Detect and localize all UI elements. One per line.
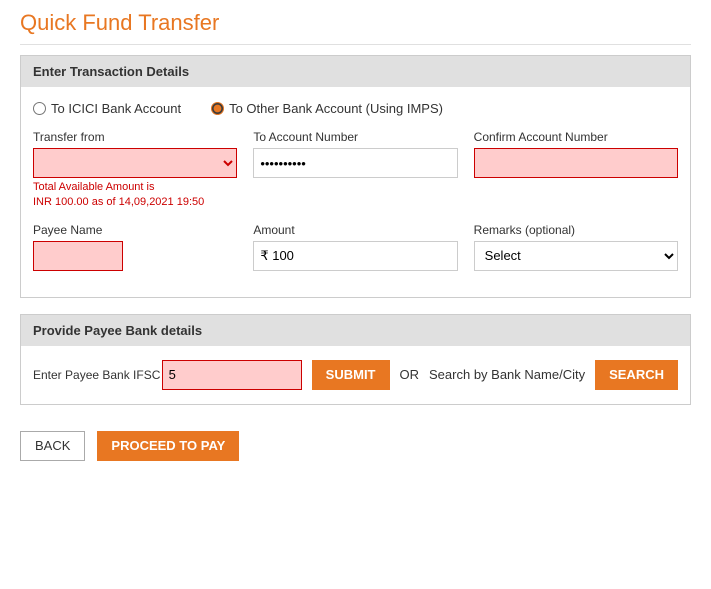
submit-button[interactable]: SUBMIT [312,360,390,390]
radio-imps-label[interactable]: To Other Bank Account (Using IMPS) [211,101,443,116]
available-amount-hint: Total Available Amount is INR 100.00 as … [33,180,237,211]
radio-icici-label[interactable]: To ICICI Bank Account [33,101,181,116]
transfer-from-label: Transfer from [33,130,237,144]
remarks-select[interactable]: Select [474,241,678,271]
bank-section-header: Provide Payee Bank details [21,315,690,346]
amount-input[interactable] [253,241,457,271]
amount-label: Amount [253,223,457,237]
radio-icici[interactable] [33,102,46,115]
back-button[interactable]: BACK [20,431,85,461]
transaction-section: Enter Transaction Details To ICICI Bank … [20,55,691,298]
radio-icici-text: To ICICI Bank Account [51,101,181,116]
footer-row: BACK PROCEED TO PAY [20,421,691,461]
transfer-type-row: To ICICI Bank Account To Other Bank Acco… [33,101,678,116]
amount-group: Amount [253,223,457,271]
bank-section: Provide Payee Bank details Enter Payee B… [20,314,691,405]
transfer-from-group: Transfer from Total Available Amount is … [33,130,237,211]
confirm-account-group: Confirm Account Number [474,130,678,178]
account-number-label: To Account Number [253,130,457,144]
account-number-group: To Account Number [253,130,457,178]
proceed-button[interactable]: PROCEED TO PAY [97,431,239,461]
confirm-account-label: Confirm Account Number [474,130,678,144]
page-title: Quick Fund Transfer [20,10,691,45]
radio-imps-text: To Other Bank Account (Using IMPS) [229,101,443,116]
confirm-account-input[interactable] [474,148,678,178]
search-button[interactable]: SEARCH [595,360,678,390]
transfer-from-select[interactable] [33,148,237,178]
payee-name-group: Payee Name [33,223,237,271]
remarks-group: Remarks (optional) Select [474,223,678,271]
account-number-input[interactable] [253,148,457,178]
or-text: OR [400,367,420,382]
search-by-label: Search by Bank Name/City [429,367,585,382]
form-row-1: Transfer from Total Available Amount is … [33,130,678,211]
ifsc-input[interactable] [162,360,302,390]
payee-name-label: Payee Name [33,223,237,237]
remarks-label: Remarks (optional) [474,223,678,237]
ifsc-row: Enter Payee Bank IFSC Code* SUBMIT OR Se… [33,360,678,390]
radio-imps[interactable] [211,102,224,115]
payee-name-input[interactable] [33,241,123,271]
ifsc-label: Enter Payee Bank IFSC Code* [33,368,152,382]
form-row-2: Payee Name Amount Remarks (optional) Sel… [33,223,678,271]
transaction-section-header: Enter Transaction Details [21,56,690,87]
